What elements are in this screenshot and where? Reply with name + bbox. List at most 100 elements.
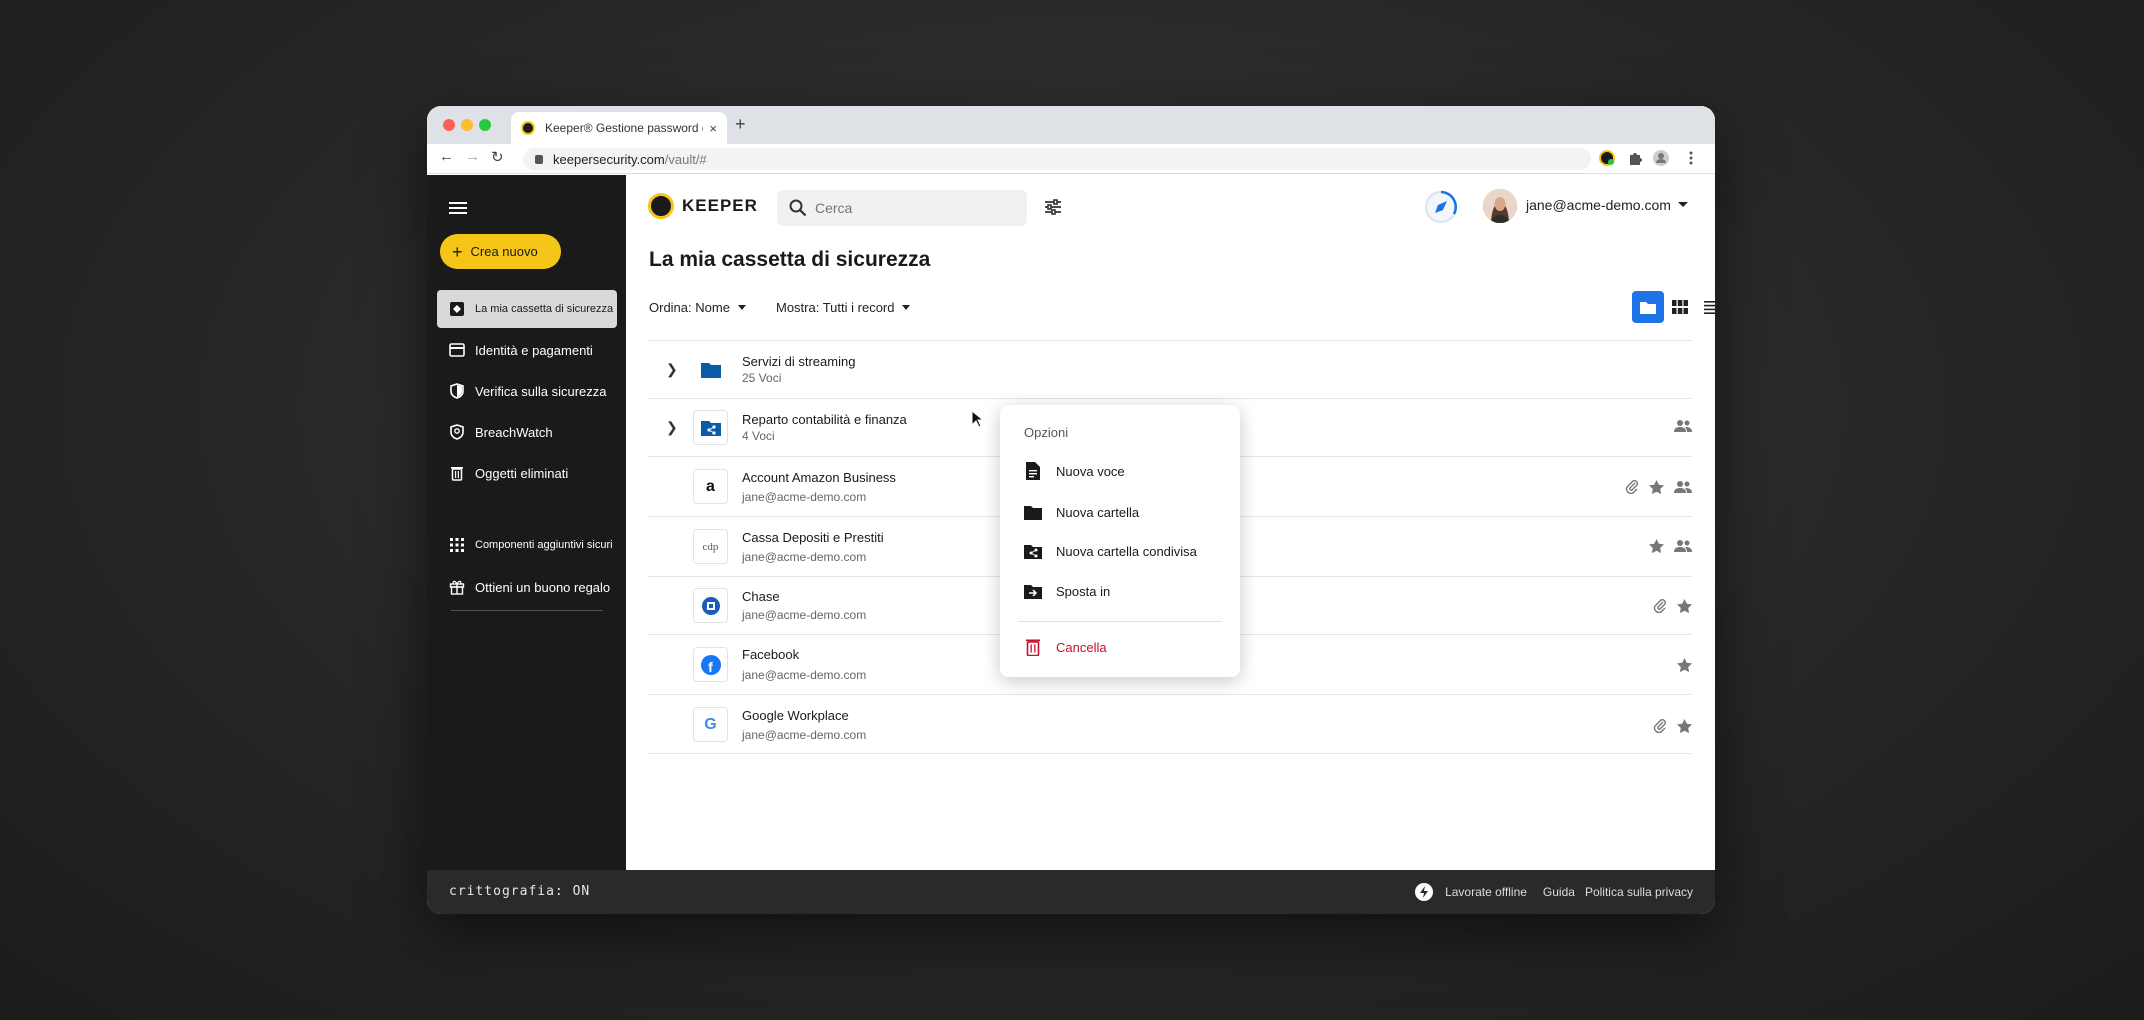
sidebar-item-security-audit[interactable]: Verifica sulla sicurezza bbox=[437, 372, 617, 410]
show-label: Mostra: Tutti i record bbox=[776, 300, 895, 315]
shared-folder-icon bbox=[693, 410, 728, 445]
record-name: Reparto contabilità e finanza bbox=[742, 412, 907, 427]
filter-settings-icon[interactable] bbox=[1044, 199, 1062, 215]
more-menu-icon[interactable] bbox=[1683, 150, 1699, 166]
page-title: La mia cassetta di sicurezza bbox=[649, 248, 931, 271]
menu-divider bbox=[1018, 621, 1222, 622]
keeper-extension-icon[interactable] bbox=[1599, 150, 1615, 166]
sidebar-item-deleted[interactable]: Oggetti eliminati bbox=[437, 454, 617, 492]
user-menu-chevron-icon[interactable] bbox=[1678, 202, 1688, 207]
onboarding-progress-icon[interactable] bbox=[1423, 189, 1459, 225]
list-icon bbox=[1704, 300, 1715, 314]
menu-item-label: Cancella bbox=[1056, 639, 1107, 655]
vault-icon bbox=[449, 301, 465, 317]
gift-icon bbox=[449, 579, 465, 595]
chevron-down-icon bbox=[737, 305, 746, 310]
menu-item-delete[interactable]: Cancella bbox=[1024, 638, 1224, 656]
record-actions bbox=[1677, 658, 1692, 672]
shared-users-icon[interactable] bbox=[1674, 419, 1692, 433]
lock-icon bbox=[535, 154, 543, 164]
forward-icon[interactable]: → bbox=[465, 148, 480, 165]
hamburger-menu-icon[interactable] bbox=[449, 202, 467, 217]
record-name: Chase bbox=[742, 589, 780, 604]
user-email[interactable]: jane@acme-demo.com bbox=[1526, 197, 1671, 213]
attachment-icon[interactable] bbox=[1653, 598, 1667, 613]
sidebar-divider bbox=[451, 610, 603, 611]
mouse-cursor-icon bbox=[971, 410, 985, 428]
record-actions bbox=[1653, 718, 1692, 733]
chevron-right-icon[interactable]: ❯ bbox=[666, 361, 678, 378]
new-tab-button[interactable]: + bbox=[735, 114, 746, 135]
shared-users-icon[interactable] bbox=[1674, 539, 1692, 553]
record-name: Cassa Depositi e Prestiti bbox=[742, 530, 884, 545]
avatar[interactable] bbox=[1483, 189, 1517, 223]
sidebar-item-vault[interactable]: La mia cassetta di sicurezza bbox=[437, 290, 617, 328]
minimize-window-button[interactable] bbox=[461, 119, 473, 131]
grid-view-button[interactable] bbox=[1664, 291, 1696, 323]
star-icon[interactable] bbox=[1677, 598, 1692, 613]
sidebar-item-label: Oggetti eliminati bbox=[475, 465, 569, 481]
address-bar[interactable]: keepersecurity.com/vault/# bbox=[523, 148, 1591, 170]
browser-tab[interactable]: Keeper® Gestione password e × bbox=[511, 112, 727, 144]
work-offline-link[interactable]: Lavorate offline bbox=[1445, 885, 1527, 899]
sidebar-item-label: Componenti aggiuntivi sicuri bbox=[475, 539, 613, 551]
sort-dropdown[interactable]: Ordina: Nome bbox=[649, 300, 746, 315]
menu-item-new-record[interactable]: Nuova voce bbox=[1024, 462, 1224, 480]
star-icon[interactable] bbox=[1649, 539, 1664, 553]
sidebar-item-addons[interactable]: Componenti aggiuntivi sicuri bbox=[437, 526, 617, 564]
shared-users-icon[interactable] bbox=[1674, 480, 1692, 494]
sidebar-item-label: BreachWatch bbox=[475, 424, 553, 440]
context-menu: Opzioni Nuova voce Nuova cartella Nuova … bbox=[1000, 405, 1240, 677]
filter-dropdown[interactable]: Mostra: Tutti i record bbox=[776, 300, 911, 315]
sidebar-item-identity[interactable]: Identità e pagamenti bbox=[437, 331, 617, 369]
list-item[interactable]: ❯ Servizi di streaming 25 Voci bbox=[648, 340, 1692, 398]
chevron-right-icon[interactable]: ❯ bbox=[666, 419, 678, 436]
grid-icon bbox=[449, 537, 465, 553]
guide-link[interactable]: Guida bbox=[1543, 885, 1575, 899]
folder-view-button[interactable] bbox=[1632, 291, 1664, 323]
star-icon[interactable] bbox=[1649, 479, 1664, 494]
close-window-button[interactable] bbox=[443, 119, 455, 131]
attachment-icon[interactable] bbox=[1653, 718, 1667, 733]
create-new-label: Crea nuovo bbox=[470, 244, 538, 259]
record-name: Account Amazon Business bbox=[742, 470, 896, 485]
close-tab-icon[interactable]: × bbox=[709, 121, 717, 136]
sidebar-item-breachwatch[interactable]: BreachWatch bbox=[437, 413, 617, 451]
facebook-logo-letter: f bbox=[700, 654, 721, 675]
menu-item-label: Nuova voce bbox=[1056, 463, 1125, 479]
create-new-button[interactable]: + Crea nuovo bbox=[440, 234, 561, 269]
search-input[interactable] bbox=[815, 200, 1015, 216]
reload-icon[interactable]: ↻ bbox=[491, 148, 504, 166]
star-icon[interactable] bbox=[1677, 718, 1692, 733]
shield-icon bbox=[449, 383, 465, 399]
record-name: Facebook bbox=[742, 647, 800, 662]
maximize-window-button[interactable] bbox=[479, 119, 491, 131]
facebook-logo-icon: f bbox=[693, 647, 728, 682]
record-sub: jane@acme-demo.com bbox=[742, 550, 867, 564]
menu-item-new-shared-folder[interactable]: Nuova cartella condivisa bbox=[1024, 542, 1224, 560]
list-item[interactable]: G Google Workplace jane@acme-demo.com bbox=[648, 694, 1692, 754]
document-icon bbox=[1024, 462, 1042, 480]
record-sub: 25 Voci bbox=[742, 371, 782, 385]
sidebar-item-gift[interactable]: Ottieni un buono regalo bbox=[437, 568, 617, 606]
sidebar-item-label: La mia cassetta di sicurezza bbox=[475, 303, 614, 315]
list-view-button[interactable] bbox=[1696, 291, 1715, 323]
profile-icon[interactable] bbox=[1653, 150, 1669, 166]
folder-icon bbox=[1640, 301, 1656, 314]
record-name: Servizi di streaming bbox=[742, 354, 856, 369]
attachment-icon[interactable] bbox=[1625, 479, 1639, 494]
record-sub: 4 Voci bbox=[742, 429, 775, 443]
back-icon[interactable]: ← bbox=[439, 148, 454, 165]
menu-item-new-folder[interactable]: Nuova cartella bbox=[1024, 503, 1224, 521]
search-box bbox=[777, 190, 1027, 226]
card-icon bbox=[449, 342, 465, 358]
record-name: Google Workplace bbox=[742, 708, 849, 723]
star-icon[interactable] bbox=[1677, 658, 1692, 672]
record-sub: jane@acme-demo.com bbox=[742, 608, 867, 622]
footer-bar: crittografia: ON Lavorate offline Guida … bbox=[427, 870, 1715, 914]
privacy-link[interactable]: Politica sulla privacy bbox=[1585, 885, 1693, 899]
record-sub: jane@acme-demo.com bbox=[742, 728, 867, 742]
sidebar: + Crea nuovo La mia cassetta di sicurezz… bbox=[427, 175, 626, 870]
puzzle-extensions-icon[interactable] bbox=[1627, 150, 1643, 166]
menu-item-move-to[interactable]: Sposta in bbox=[1024, 582, 1224, 600]
